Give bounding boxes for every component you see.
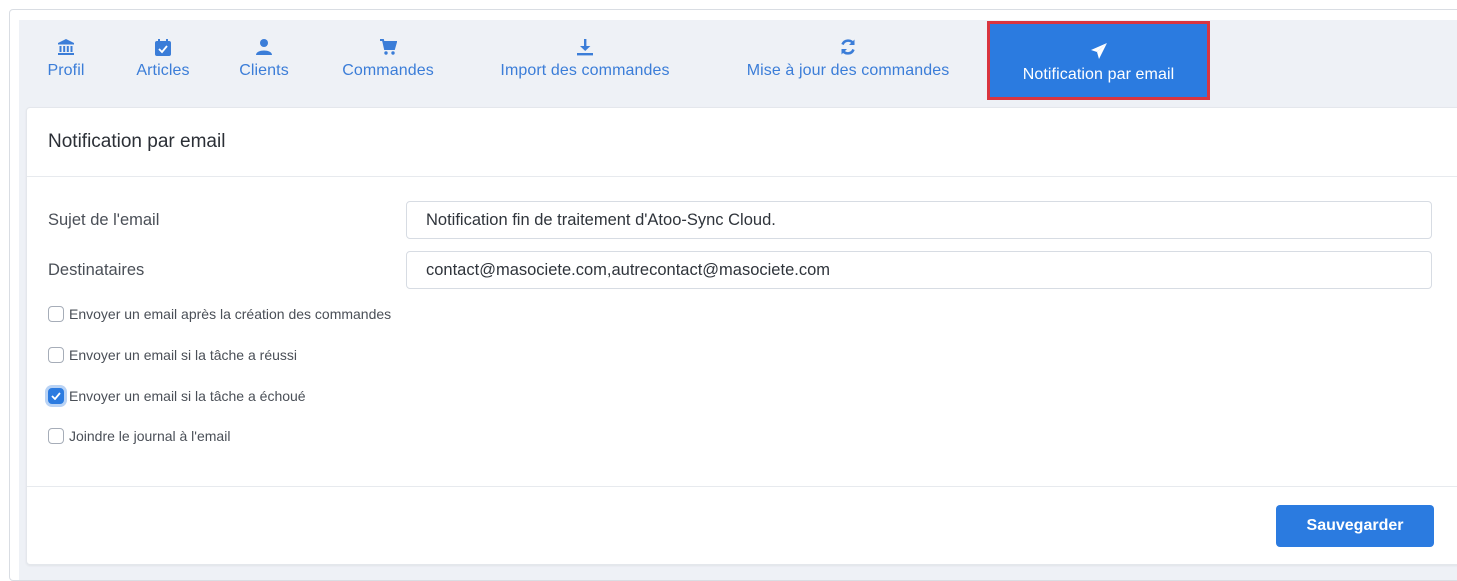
subject-label: Sujet de l'email [48,210,160,229]
card-footer: Sauvegarder [27,486,1457,565]
tab-label: Articles [136,62,190,79]
checkbox-label: Envoyer un email si la tâche a échoué [69,388,306,404]
tab-label: Mise à jour des commandes [746,62,950,79]
cart-icon [379,26,397,56]
tab-label: Import des commandes [500,62,670,79]
users-icon [255,26,273,56]
checkbox-label: Envoyer un email après la création des c… [69,306,392,322]
card-title: Notification par email [27,108,1457,177]
checkbox[interactable] [48,347,64,363]
save-button[interactable]: Sauvegarder [1276,505,1434,547]
recipients-input[interactable]: contact@masociete.com,autrecontact@masoc… [406,251,1432,289]
settings-panel: Profil Articles Clients Commandes Import… [19,20,1457,580]
paper-plane-icon [1090,30,1108,60]
subject-row: Sujet de l'email Notification fin de tra… [48,200,1432,240]
bank-icon [57,26,75,56]
checkbox[interactable] [48,428,64,444]
tab-clients[interactable]: Clients [232,20,296,100]
checkbox-attach-log[interactable]: Joindre le journal à l'email [48,426,230,446]
checkbox-label: Envoyer un email si la tâche a réussi [69,347,297,363]
calendar-check-icon [155,26,171,56]
tab-commandes[interactable]: Commandes [333,20,443,100]
tab-notification-email[interactable]: Notification par email [987,21,1210,100]
recipients-row: Destinataires contact@masociete.com,autr… [48,250,1432,290]
tab-profil[interactable]: Profil [41,20,91,100]
checkbox-checked[interactable] [48,388,64,404]
tab-label: Commandes [342,62,434,79]
checkbox-after-creation[interactable]: Envoyer un email après la création des c… [48,304,391,324]
tab-label: Profil [47,62,85,79]
recipients-label: Destinataires [48,260,145,279]
checkbox[interactable] [48,306,64,322]
subject-input[interactable]: Notification fin de traitement d'Atoo-Sy… [406,201,1432,239]
download-icon [576,26,594,56]
checkbox-label: Joindre le journal à l'email [69,428,231,444]
notification-card: Notification par email Sujet de l'email … [26,107,1457,565]
tab-articles[interactable]: Articles [128,20,198,100]
tab-import-commandes[interactable]: Import des commandes [482,20,688,100]
checkbox-success[interactable]: Envoyer un email si la tâche a réussi [48,345,297,365]
check-icon [51,392,61,400]
tab-label: Clients [239,62,289,79]
tab-mise-a-jour[interactable]: Mise à jour des commandes [726,20,970,100]
refresh-icon [839,26,857,56]
tab-label: Notification par email [1022,66,1175,83]
checkbox-failure[interactable]: Envoyer un email si la tâche a échoué [48,386,306,406]
